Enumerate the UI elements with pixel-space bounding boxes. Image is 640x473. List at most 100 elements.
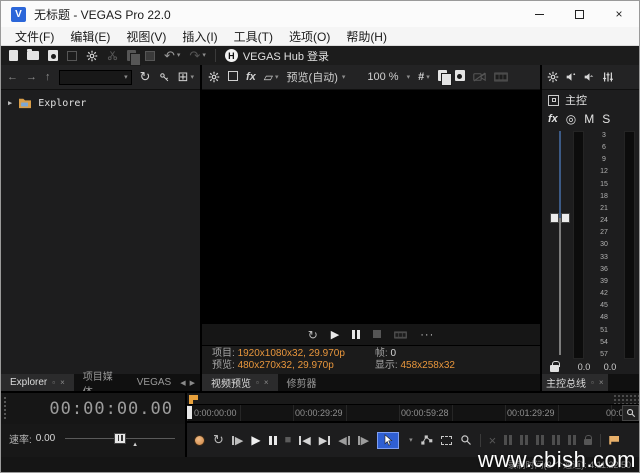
slide-tool-icon[interactable] — [552, 435, 560, 445]
timeline-ruler[interactable]: 0:00:00:00 00:00:29:29 00:00:59:28 00:01… — [187, 405, 639, 422]
loop-playback-icon[interactable]: ↻ — [213, 432, 224, 448]
properties-gear-icon[interactable] — [86, 50, 98, 62]
filmstrip-icon[interactable] — [494, 72, 508, 82]
solo-button[interactable]: S — [602, 112, 610, 126]
refresh-icon[interactable]: ↻ — [140, 69, 151, 85]
address-dropdown[interactable]: ▾ — [59, 70, 132, 85]
menu-edit[interactable]: 编辑(E) — [62, 28, 118, 45]
split-screen-icon[interactable]: ▱▾ — [264, 70, 279, 84]
slip-tool-icon[interactable] — [536, 435, 544, 445]
pause-icon[interactable] — [269, 436, 277, 445]
normal-edit-tool-button[interactable] — [377, 432, 399, 449]
menu-file[interactable]: 文件(F) — [7, 28, 62, 45]
tab-scroll-right-icon[interactable]: ▶ — [190, 379, 195, 387]
timeline-scroll-handle[interactable] — [613, 394, 639, 404]
timeline-zoom-button[interactable] — [622, 405, 639, 421]
play-from-start-icon[interactable]: ▶ — [232, 434, 243, 447]
camera-off-icon[interactable] — [473, 72, 486, 82]
shuffle-tool-icon[interactable] — [568, 435, 576, 445]
go-to-end-icon[interactable]: ▶ — [319, 434, 330, 447]
tab-close-icon[interactable]: × — [264, 378, 269, 387]
undo-dropdown-icon[interactable]: ▾ — [177, 52, 181, 59]
marker-bar[interactable] — [187, 393, 639, 405]
trim-start-icon[interactable] — [504, 435, 512, 445]
preview-loop-icon[interactable]: ↻ — [308, 328, 318, 342]
tab-float-icon[interactable]: ▫ — [256, 378, 259, 387]
views-dropdown-icon[interactable]: ▾ — [190, 73, 194, 81]
menu-tools[interactable]: 工具(T) — [226, 28, 281, 45]
mixer-faders-icon[interactable] — [602, 71, 614, 83]
preview-gear-icon[interactable] — [208, 71, 220, 83]
preview-pause-icon[interactable] — [352, 330, 360, 339]
drag-handle-icon[interactable] — [3, 396, 8, 420]
speaker-output-icon[interactable] — [566, 72, 577, 82]
tab-scroll-left-icon[interactable]: ◀ — [180, 379, 185, 387]
delete-icon[interactable]: × — [489, 433, 497, 448]
video-fx-icon[interactable]: fx — [246, 71, 256, 83]
close-button[interactable]: × — [599, 1, 639, 27]
menu-options[interactable]: 选项(O) — [281, 28, 338, 45]
play-icon[interactable]: ▶ — [251, 433, 260, 447]
insert-marker-icon[interactable] — [609, 436, 619, 445]
new-project-icon[interactable] — [9, 50, 18, 61]
up-icon[interactable]: ↑ — [45, 71, 51, 83]
selection-tool-icon[interactable] — [441, 436, 452, 445]
tab-float-icon[interactable]: ▫ — [52, 378, 55, 387]
fader-lock-icon[interactable] — [550, 365, 559, 372]
tab-master-bus[interactable]: 主控总线 ▫ × — [542, 374, 608, 391]
back-icon[interactable]: ← — [7, 71, 18, 83]
lock-event-icon[interactable] — [584, 439, 592, 445]
redo-icon[interactable]: ↷▾ — [189, 49, 205, 62]
previous-frame-icon[interactable]: ◀ — [338, 434, 349, 447]
master-fx-button[interactable]: fx — [548, 113, 558, 125]
copy-icon[interactable] — [127, 50, 136, 61]
master-gear-icon[interactable] — [547, 71, 559, 83]
split-screen-dropdown-icon[interactable]: ▾ — [275, 73, 279, 81]
playhead-marker-flag-icon[interactable] — [189, 395, 198, 404]
phase-icon[interactable]: ◎ — [566, 112, 576, 126]
save-project-icon[interactable] — [48, 50, 58, 61]
vegas-hub-login-button[interactable]: H VEGAS Hub 登录 — [225, 48, 329, 64]
render-as-icon[interactable] — [67, 51, 77, 61]
copy-snapshot-icon[interactable] — [438, 70, 447, 84]
cut-scissors-icon[interactable] — [107, 50, 118, 61]
tab-video-preview[interactable]: 视频预览 ▫ × — [202, 374, 278, 391]
undo-icon[interactable]: ↶▾ — [164, 49, 180, 62]
tab-project-media[interactable]: 项目媒体 — [74, 374, 128, 391]
forward-icon[interactable]: → — [26, 71, 37, 83]
edit-tool-dropdown-icon[interactable]: ▾ — [409, 436, 413, 444]
minimize-button[interactable] — [519, 1, 559, 27]
menu-help[interactable]: 帮助(H) — [338, 28, 395, 45]
next-frame-icon[interactable]: ▶ — [358, 434, 369, 447]
trim-end-icon[interactable] — [520, 435, 528, 445]
rate-slider-handle[interactable] — [114, 433, 126, 444]
safe-area-grid-icon[interactable]: #▾ — [418, 71, 430, 83]
external-monitor-icon[interactable] — [228, 71, 238, 84]
maximize-button[interactable] — [559, 1, 599, 27]
record-button[interactable] — [194, 435, 205, 446]
speaker-downmix-icon[interactable] — [584, 72, 595, 82]
stop-icon[interactable]: ■ — [285, 434, 292, 446]
open-project-icon[interactable] — [27, 51, 39, 60]
tab-explorer[interactable]: Explorer ▫ × — [1, 374, 74, 391]
tree-expand-icon[interactable]: ▶ — [8, 99, 12, 107]
save-snapshot-icon[interactable] — [455, 70, 465, 84]
preview-more-icon[interactable]: ··· — [420, 329, 434, 341]
fader-handle[interactable] — [550, 213, 570, 223]
preview-quality-dropdown[interactable]: 预览(自动)▾ — [287, 69, 346, 85]
mute-button[interactable]: M — [584, 112, 594, 126]
video-preview-screen[interactable] — [202, 90, 540, 324]
go-to-start-icon[interactable]: ◀ — [299, 434, 310, 447]
preview-filmstrip-small-icon[interactable] — [394, 331, 407, 339]
preview-stop-icon[interactable] — [373, 329, 381, 341]
tab-close-icon[interactable]: × — [60, 378, 65, 387]
menu-view[interactable]: 视图(V) — [118, 28, 174, 45]
tab-close-icon[interactable]: × — [599, 378, 604, 387]
zoom-level-dropdown[interactable]: 100 %▾ — [367, 71, 410, 83]
rate-slider[interactable]: ▲ — [65, 432, 175, 446]
master-volume-fader[interactable] — [547, 131, 573, 359]
menu-insert[interactable]: 插入(I) — [174, 28, 225, 45]
zoom-tool-icon[interactable] — [460, 434, 472, 446]
tab-float-icon[interactable]: ▫ — [591, 378, 594, 387]
preview-play-icon[interactable]: ▶ — [331, 328, 339, 341]
